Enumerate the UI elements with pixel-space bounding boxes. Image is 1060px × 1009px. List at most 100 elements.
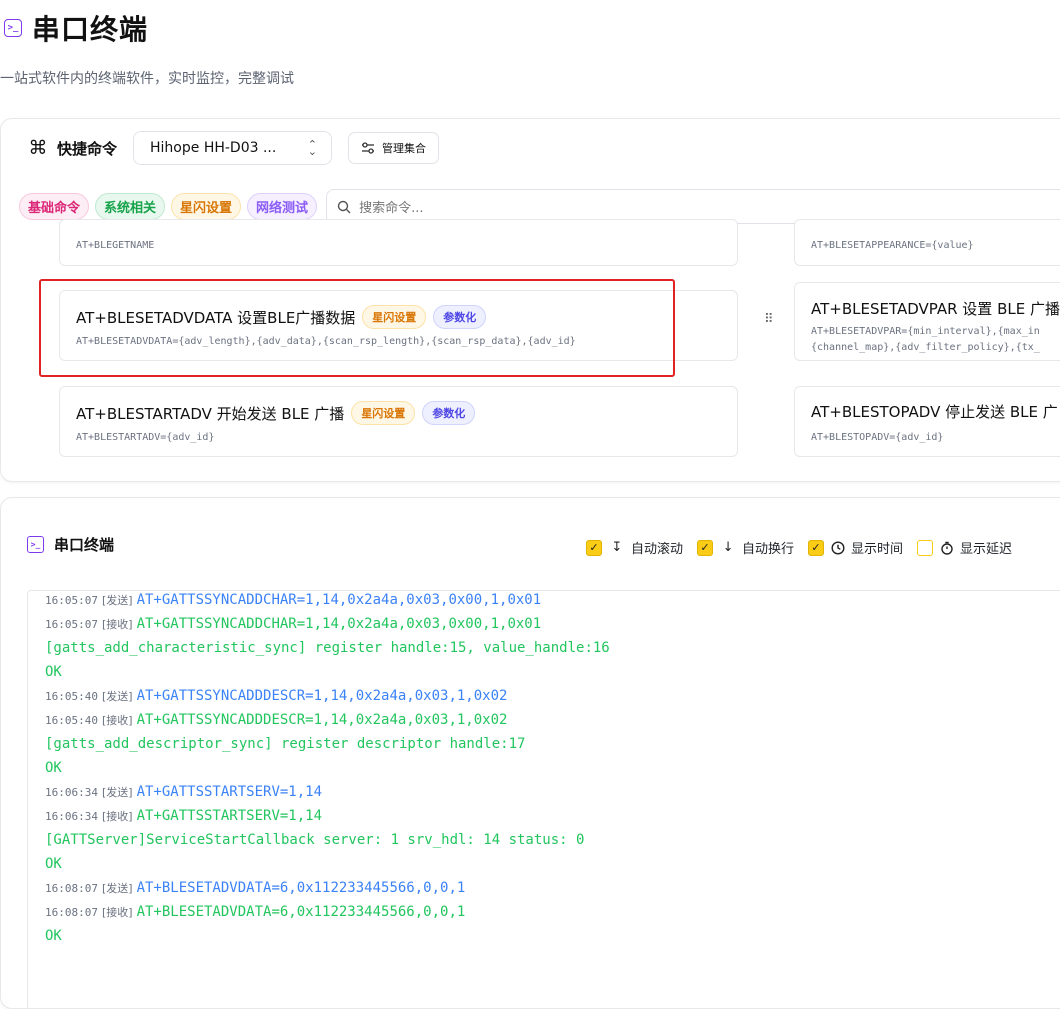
log-timestamp: 16:06:34	[45, 809, 98, 823]
log-direction: [接收]	[101, 714, 133, 727]
command-card-blestopadv[interactable]: AT+BLESTOPADV 停止发送 BLE 广 AT+BLESTOPADV={…	[794, 386, 1060, 457]
log-message: [gatts_add_descriptor_sync] register des…	[45, 736, 526, 752]
auto-scroll-checkbox[interactable]: ✓	[586, 539, 602, 556]
log-message: OK	[45, 856, 62, 872]
command-card-blesetadvpar[interactable]: AT+BLESETADVPAR 设置 BLE 广播 AT+BLESETADVPA…	[794, 282, 1060, 361]
command-syntax: AT+BLESTARTADV={adv_id}	[76, 432, 215, 443]
log-timestamp: 16:05:07	[45, 593, 98, 607]
serial-terminal-panel: >_ 串口终端 ✓ ↧ 自动滚动 ✓ ↓ 自动换行 ✓ 显示时间 显示延迟 16…	[0, 497, 1060, 1009]
log-line: 16:08:07 [接收] AT+BLESETADVDATA=6,0x1122334…	[45, 900, 610, 924]
auto-scroll-icon: ↧	[611, 540, 623, 555]
log-message: AT+BLESETADVDATA=6,0x112233445566,0,0,1	[136, 904, 466, 920]
command-title: AT+BLESETADVPAR 设置 BLE 广播	[811, 300, 1060, 318]
timer-icon	[941, 541, 953, 555]
log-line: [GATTServer]ServiceStartCallback server:…	[45, 828, 610, 852]
manage-collections-label: 管理集合	[382, 142, 427, 155]
chevron-up-down-icon: ⌃ ⌄	[307, 138, 318, 158]
log-direction: [发送]	[101, 882, 133, 895]
log-timestamp: 16:08:07	[45, 881, 98, 895]
terminal-options: ✓ ↧ 自动滚动 ✓ ↓ 自动换行 ✓ 显示时间 显示延迟	[586, 538, 1026, 557]
log-line: 16:05:07 [发送] AT+GATTSSYNCADDCHAR=1,14,0x2…	[45, 591, 610, 612]
option-show-time[interactable]: ✓ 显示时间	[808, 538, 903, 557]
log-message: AT+GATTSSYNCADDCHAR=1,14,0x2a4a,0x03,0x0…	[136, 592, 542, 608]
search-icon	[337, 200, 351, 213]
option-show-latency[interactable]: 显示延迟	[917, 538, 1012, 557]
sliders-icon	[362, 142, 375, 154]
log-timestamp: 16:08:07	[45, 905, 98, 919]
command-syntax: AT+BLESETADVPAR={min_interval},{max_in	[811, 326, 1040, 337]
category-badge: 星闪设置	[351, 401, 416, 425]
log-direction: [接收]	[101, 618, 133, 631]
clock-icon	[831, 540, 845, 555]
log-line: 16:05:07 [接收] AT+GATTSSYNCADDCHAR=1,14,0x2…	[45, 612, 610, 636]
log-direction: [发送]	[101, 594, 133, 607]
log-line: [gatts_add_characteristic_sync] register…	[45, 636, 610, 660]
log-timestamp: 16:05:40	[45, 713, 98, 727]
page-subtitle: 一站式软件内的终端软件，实时监控，完整调试	[0, 71, 294, 87]
log-message: [gatts_add_characteristic_sync] register…	[45, 640, 610, 656]
log-timestamp: 16:06:34	[45, 785, 98, 799]
tag-nearlink-settings[interactable]: 星闪设置	[171, 193, 242, 220]
command-card-blestartadv[interactable]: AT+BLESTARTADV 开始发送 BLE 广播 星闪设置 参数化 AT+B…	[59, 386, 738, 457]
drag-handle-icon[interactable]: ⠿	[764, 313, 773, 326]
option-label: 自动滚动	[631, 542, 684, 557]
command-syntax: AT+BLEGETNAME	[76, 240, 155, 251]
log-message: AT+GATTSSYNCADDCHAR=1,14,0x2a4a,0x03,0x0…	[136, 616, 542, 632]
log-line: OK	[45, 924, 610, 948]
show-time-checkbox[interactable]: ✓	[808, 539, 825, 556]
command-key-icon: ⌘	[28, 137, 48, 159]
log-direction: [发送]	[101, 786, 133, 799]
option-label: 自动换行	[742, 542, 795, 557]
log-line: 16:06:34 [发送] AT+GATTSSTARTSERV=1,14	[45, 780, 610, 804]
option-label: 显示时间	[851, 542, 904, 557]
command-card[interactable]: AT+BLESETAPPEARANCE={value}	[794, 219, 1060, 266]
page-header: >_ 串口终端	[4, 8, 148, 48]
log-message: OK	[45, 928, 62, 944]
command-syntax: AT+BLESTOPADV={adv_id}	[811, 432, 944, 443]
quick-commands-label: 快捷命令	[57, 139, 118, 158]
log-message: AT+BLESETADVDATA=6,0x112233445566,0,0,1	[136, 880, 466, 896]
terminal-icon: >_	[27, 536, 44, 553]
log-message: AT+GATTSSTARTSERV=1,14	[136, 784, 323, 800]
command-title: AT+BLESTOPADV 停止发送 BLE 广	[811, 403, 1058, 421]
log-lines: 16:05:07 [发送] AT+GATTSSYNCADDCHAR=1,14,0x2…	[45, 591, 610, 948]
log-line: 16:05:40 [接收] AT+GATTSSYNCADDDESCR=1,14,0x…	[45, 708, 610, 732]
log-message: AT+GATTSSTARTSERV=1,14	[136, 808, 323, 824]
commands-toolbar: ⌘ 快捷命令 Hihope HH-D03 ... ⌃ ⌄ 管理集合	[27, 131, 440, 165]
show-latency-checkbox[interactable]	[917, 539, 934, 556]
option-auto-scroll[interactable]: ✓ ↧ 自动滚动	[586, 538, 683, 557]
log-timestamp: 16:05:07	[45, 617, 98, 631]
log-timestamp: 16:05:40	[45, 689, 98, 703]
command-syntax: AT+BLESETAPPEARANCE={value}	[811, 240, 974, 251]
command-card[interactable]: AT+BLEGETNAME	[59, 219, 738, 266]
manage-collections-button[interactable]: 管理集合	[348, 132, 440, 164]
option-auto-wrap[interactable]: ✓ ↓ 自动换行	[697, 538, 794, 557]
log-line: 16:06:34 [接收] AT+GATTSSTARTSERV=1,14	[45, 804, 610, 828]
device-select[interactable]: Hihope HH-D03 ... ⌃ ⌄	[133, 131, 333, 165]
option-label: 显示延迟	[960, 542, 1013, 557]
log-message: [GATTServer]ServiceStartCallback server:…	[45, 832, 585, 848]
tag-basic-commands[interactable]: 基础命令	[19, 193, 90, 220]
device-select-value: Hihope HH-D03 ...	[150, 140, 277, 156]
log-message: OK	[45, 664, 62, 680]
log-line: OK	[45, 660, 610, 684]
log-direction: [发送]	[101, 690, 133, 703]
log-direction: [接收]	[101, 810, 133, 823]
tag-system[interactable]: 系统相关	[95, 193, 166, 220]
terminal-output[interactable]: 16:05:07 [发送] AT+GATTSSYNCADDCHAR=1,14,0x2…	[27, 590, 1060, 1008]
log-message: AT+GATTSSYNCADDDESCR=1,14,0x2a4a,0x03,1,…	[136, 688, 508, 704]
terminal-header: >_ 串口终端	[27, 534, 114, 555]
log-message: AT+GATTSSYNCADDDESCR=1,14,0x2a4a,0x03,1,…	[136, 712, 508, 728]
log-line: OK	[45, 852, 610, 876]
terminal-title: 串口终端	[54, 536, 115, 554]
command-title: AT+BLESTARTADV 开始发送 BLE 广播	[76, 404, 345, 423]
page-title: 串口终端	[32, 13, 149, 46]
auto-wrap-checkbox[interactable]: ✓	[697, 539, 714, 556]
arrow-down-icon: ↓	[722, 540, 734, 555]
log-direction: [接收]	[101, 906, 133, 919]
highlight-annotation-box	[39, 279, 675, 377]
log-message: OK	[45, 760, 62, 776]
terminal-icon: >_	[4, 19, 22, 37]
tag-network-test[interactable]: 网络测试	[247, 193, 318, 220]
log-line: OK	[45, 756, 610, 780]
